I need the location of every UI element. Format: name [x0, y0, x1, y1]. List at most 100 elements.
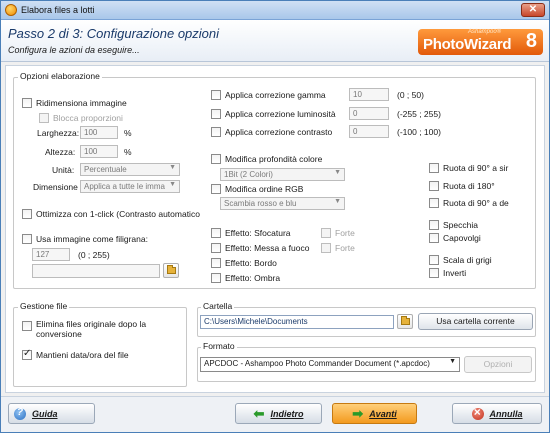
- shadow-effect-label: Effetto: Ombra: [225, 273, 281, 283]
- color-depth-value: 1Bit (2 Colori): [224, 170, 273, 179]
- chevron-down-icon: ▼: [334, 198, 341, 205]
- rotate-left-row[interactable]: Ruota di 90° a sir: [429, 163, 508, 173]
- resize-checkbox[interactable]: [22, 98, 32, 108]
- folder-icon: [401, 316, 410, 325]
- gamma-checkbox[interactable]: [211, 90, 221, 100]
- invert-checkbox[interactable]: [429, 268, 439, 278]
- dimension-select[interactable]: Applica a tutte le imma ▼: [80, 180, 180, 193]
- rgb-order-row[interactable]: Modifica ordine RGB: [211, 184, 303, 194]
- unit-value: Percentuale: [84, 165, 127, 174]
- help-icon: [14, 407, 26, 420]
- grayscale-checkbox[interactable]: [429, 255, 439, 265]
- gamma-label: Applica correzione gamma: [225, 90, 326, 100]
- gamma-input[interactable]: 10: [349, 88, 389, 101]
- rotate-right-row[interactable]: Ruota di 90° a de: [429, 198, 509, 208]
- sharpen-strong-checkbox[interactable]: [321, 243, 331, 253]
- flip-checkbox[interactable]: [429, 233, 439, 243]
- arrow-left-icon: ⬅: [253, 405, 265, 421]
- flip-row[interactable]: Capovolgi: [429, 233, 481, 243]
- rotate-180-row[interactable]: Ruota di 180°: [429, 181, 495, 191]
- close-button[interactable]: ✕: [521, 3, 545, 17]
- shadow-effect-row[interactable]: Effetto: Ombra: [211, 273, 280, 283]
- contrast-checkbox[interactable]: [211, 127, 221, 137]
- mirror-checkbox[interactable]: [429, 220, 439, 230]
- chevron-down-icon: ▼: [334, 169, 341, 176]
- title-bar: Elabora files a lotti ✕: [1, 1, 549, 20]
- shadow-effect-checkbox[interactable]: [211, 273, 221, 283]
- brightness-checkbox[interactable]: [211, 109, 221, 119]
- format-value: APCDOC - Ashampoo Photo Commander Docume…: [204, 359, 430, 368]
- contrast-label: Applica correzione contrasto: [225, 127, 333, 137]
- blur-strong-row[interactable]: Forte: [321, 228, 355, 238]
- unit-select[interactable]: Percentuale ▼: [80, 163, 180, 176]
- color-depth-checkbox[interactable]: [211, 154, 221, 164]
- brightness-row[interactable]: Applica correzione luminosità: [211, 109, 336, 119]
- watermark-row[interactable]: Usa immagine come filigrana:: [22, 234, 148, 244]
- rgb-order-label: Modifica ordine RGB: [225, 184, 304, 194]
- cancel-icon: [471, 405, 484, 420]
- chevron-down-icon: ▼: [169, 164, 176, 171]
- blur-effect-row[interactable]: Effetto: Sfocatura: [211, 228, 291, 238]
- back-button[interactable]: ⬅ Indietro: [235, 403, 322, 424]
- contrast-row[interactable]: Applica correzione contrasto: [211, 127, 332, 137]
- next-button[interactable]: ➡ Avanti: [332, 403, 417, 424]
- watermark-opacity-input[interactable]: 127: [32, 248, 70, 261]
- delete-original-checkbox[interactable]: [22, 321, 32, 331]
- height-input[interactable]: 100: [80, 145, 118, 158]
- cancel-button[interactable]: Annulla: [452, 403, 542, 424]
- invert-label: Inverti: [443, 268, 467, 278]
- optimize-row[interactable]: Ottimizza con 1-click (Contrasto automat…: [22, 209, 200, 219]
- keep-date-row[interactable]: Mantieni data/ora del file: [22, 348, 129, 360]
- watermark-browse-button[interactable]: [163, 263, 179, 278]
- grayscale-row[interactable]: Scala di grigi: [429, 255, 492, 265]
- rgb-order-checkbox[interactable]: [211, 184, 221, 194]
- sharpen-effect-row[interactable]: Effetto: Messa a fuoco: [211, 243, 309, 253]
- mirror-row[interactable]: Specchia: [429, 220, 478, 230]
- rgb-order-select[interactable]: Scambia rosso e blu ▼: [220, 197, 345, 210]
- blur-effect-checkbox[interactable]: [211, 228, 221, 238]
- gamma-range: (0 ; 50): [397, 90, 424, 100]
- sharpen-strong-row[interactable]: Forte: [321, 243, 355, 253]
- keep-ratio-checkbox[interactable]: [39, 113, 49, 123]
- browse-folder-button[interactable]: [397, 314, 413, 329]
- watermark-checkbox[interactable]: [22, 234, 32, 244]
- help-button[interactable]: Guida: [8, 403, 95, 424]
- rotate-left-checkbox[interactable]: [429, 163, 439, 173]
- resize-label: Ridimensiona immagine: [36, 98, 127, 108]
- logo-version: 8: [525, 30, 537, 52]
- width-unit: %: [124, 128, 132, 138]
- flip-label: Capovolgi: [443, 233, 481, 243]
- border-effect-row[interactable]: Effetto: Bordo: [211, 258, 277, 268]
- rgb-order-value: Scambia rosso e blu: [224, 199, 297, 208]
- rotate-180-checkbox[interactable]: [429, 181, 439, 191]
- brightness-input[interactable]: 0: [349, 107, 389, 120]
- format-select[interactable]: APCDOC - Ashampoo Photo Commander Docume…: [200, 357, 460, 372]
- next-label: Avanti: [369, 408, 397, 419]
- sharpen-effect-checkbox[interactable]: [211, 243, 221, 253]
- keep-ratio-row[interactable]: Blocca proporzioni: [39, 113, 123, 123]
- contrast-input[interactable]: 0: [349, 125, 389, 138]
- keep-date-checkbox[interactable]: [22, 348, 32, 360]
- border-effect-checkbox[interactable]: [211, 258, 221, 268]
- delete-original-label: Elimina files originale dopo la conversi…: [36, 319, 147, 339]
- blur-strong-checkbox[interactable]: [321, 228, 331, 238]
- watermark-file-input[interactable]: [32, 264, 160, 278]
- invert-row[interactable]: Inverti: [429, 268, 466, 278]
- help-label: Guida: [32, 408, 58, 419]
- cancel-label: Annulla: [489, 408, 523, 419]
- folder-path-input[interactable]: C:\Users\Michele\Documents: [200, 315, 394, 329]
- watermark-range: (0 ; 255): [78, 250, 110, 260]
- optimize-checkbox[interactable]: [22, 209, 32, 219]
- width-input[interactable]: 100: [80, 126, 118, 139]
- optimize-label: Ottimizza con 1-click (Contrasto automat…: [36, 209, 200, 219]
- rotate-right-checkbox[interactable]: [429, 198, 439, 208]
- color-depth-select[interactable]: 1Bit (2 Colori) ▼: [220, 168, 345, 181]
- resize-checkbox-row[interactable]: Ridimensiona immagine: [22, 98, 127, 108]
- use-current-folder-button[interactable]: Usa cartella corrente: [418, 313, 533, 330]
- blur-strong-label: Forte: [335, 228, 355, 238]
- rotate-left-label: Ruota di 90° a sir: [443, 163, 509, 173]
- color-depth-row[interactable]: Modifica profondità colore: [211, 154, 322, 164]
- format-options-button[interactable]: Opzioni: [464, 356, 532, 373]
- delete-original-row[interactable]: Elimina files originale dopo la conversi…: [22, 319, 166, 339]
- gamma-row[interactable]: Applica correzione gamma: [211, 90, 326, 100]
